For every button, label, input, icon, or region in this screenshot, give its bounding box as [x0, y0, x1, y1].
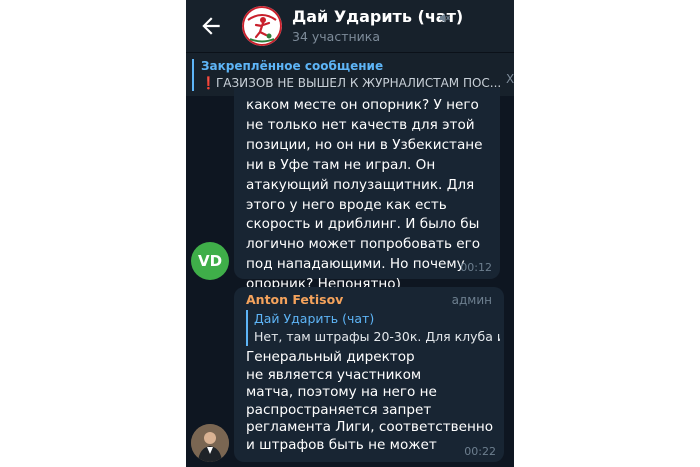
pinned-label: Закреплённое сообщение [201, 59, 384, 73]
avatar[interactable]: VD [191, 242, 229, 280]
member-count: 34 участника [292, 29, 380, 44]
person-photo-icon [191, 424, 229, 462]
pinned-close-button[interactable]: Х [506, 72, 514, 86]
reply-indicator [246, 310, 248, 346]
sender-name[interactable]: Anton Fetisov [246, 292, 343, 307]
message-text: Генеральный директор не является участни… [246, 349, 494, 453]
pinned-indicator [192, 59, 194, 91]
club-logo-icon [242, 6, 282, 46]
message-bubble[interactable]: Anton Fetisov админ Дай Ударить (чат) Не… [234, 287, 504, 462]
chat-screen: Дай Ударить (чат) 34 участника Закреплён… [186, 0, 514, 467]
reply-preview[interactable]: Дай Ударить (чат) Нет, там штрафы 20-30к… [246, 310, 500, 346]
reply-name: Дай Ударить (чат) [254, 311, 375, 326]
chat-avatar[interactable] [242, 6, 282, 46]
muted-icon [440, 13, 450, 23]
message-bubble[interactable]: каком месте он опорник? У него не только… [234, 88, 500, 292]
chat-header: Дай Ударить (чат) 34 участника [186, 0, 514, 52]
message-text: каком месте он опорник? У него не только… [246, 97, 483, 293]
reply-text: Нет, там штрафы 20-30к. Для клуба и... [254, 329, 500, 344]
message-time: 00:12 [460, 261, 492, 274]
message-time: 00:22 [464, 445, 496, 458]
admin-badge: админ [451, 293, 492, 307]
arrow-left-icon[interactable] [198, 13, 224, 39]
avatar[interactable] [191, 424, 229, 462]
